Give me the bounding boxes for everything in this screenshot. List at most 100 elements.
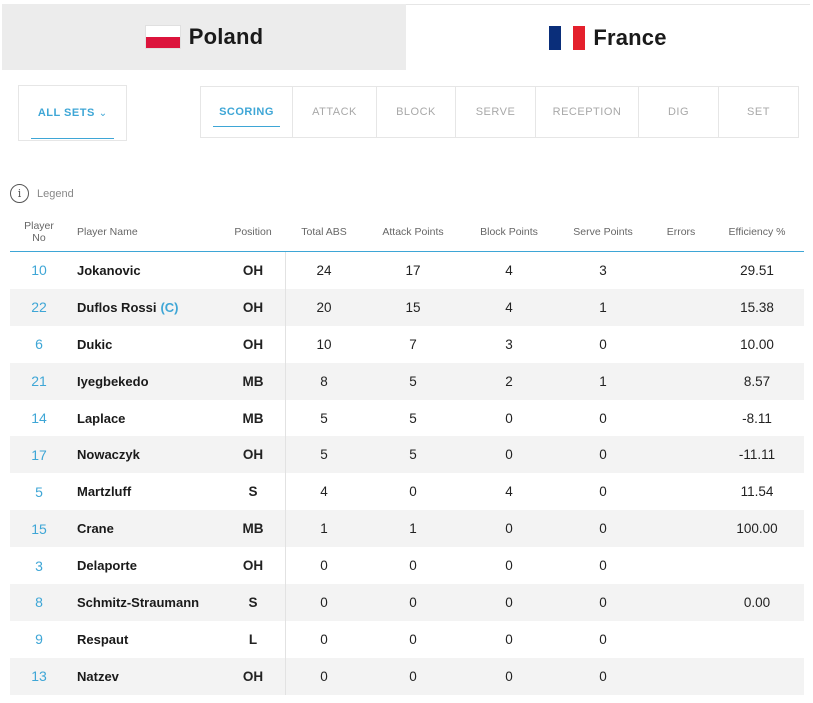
sets-dropdown[interactable]: ALL SETS ⌄: [18, 85, 127, 141]
team-tab-poland[interactable]: Poland: [2, 4, 406, 70]
player-number-text: 8: [35, 594, 43, 611]
chevron-down-icon: ⌄: [98, 107, 108, 119]
total-abs-text: 5: [320, 447, 328, 463]
player-number-text: 13: [31, 668, 47, 685]
category-tabs: SCORING ATTACK BLOCK SERVE RECEPTION DIG…: [200, 86, 799, 138]
tab-reception[interactable]: RECEPTION: [536, 87, 639, 137]
serve-points-text: 0: [599, 484, 607, 500]
tab-scoring[interactable]: SCORING: [201, 87, 293, 137]
attack-points-text: 5: [409, 447, 417, 463]
attack-points-text: 7: [409, 336, 417, 352]
player-number: 3: [10, 547, 68, 584]
player-name[interactable]: Natzev: [68, 658, 220, 695]
header-position: Position: [234, 225, 272, 238]
player-name[interactable]: Jokanovic: [68, 252, 220, 289]
tab-dig[interactable]: DIG: [639, 87, 719, 137]
player-name[interactable]: Respaut: [68, 621, 220, 658]
block-points-text: 0: [505, 631, 513, 647]
errors: [652, 436, 710, 473]
efficiency: 15.38: [710, 289, 804, 326]
serve-points: 0: [554, 584, 652, 621]
errors: [652, 252, 710, 289]
block-points-text: 0: [505, 410, 513, 426]
total-abs-text: 1: [320, 521, 328, 537]
total-abs-text: 20: [316, 299, 332, 315]
attack-points: 0: [362, 658, 464, 695]
player-name-text: Martzluff: [77, 484, 132, 500]
captain-badge: (C): [160, 299, 179, 315]
table-row: 22 Duflos Rossi (C) OH 20 15 4 1 15.38: [10, 288, 804, 326]
efficiency: [710, 547, 804, 584]
efficiency: 0.00: [710, 584, 804, 621]
player-position-text: OH: [242, 558, 264, 574]
attack-points: 0: [362, 584, 464, 621]
player-number: 10: [10, 252, 68, 289]
legend-toggle[interactable]: i Legend: [10, 184, 74, 203]
player-number-text: 6: [35, 336, 43, 353]
errors: [652, 658, 710, 695]
block-points: 2: [464, 363, 554, 400]
attack-points-text: 0: [409, 668, 417, 684]
player-name[interactable]: Schmitz-Straumann: [68, 584, 220, 621]
attack-points-text: 0: [409, 594, 417, 610]
block-points-text: 4: [505, 484, 513, 500]
efficiency-text: 0.00: [743, 594, 771, 610]
player-position-text: L: [248, 631, 258, 647]
player-position: OH: [220, 326, 286, 363]
serve-points: 0: [554, 547, 652, 584]
tab-set[interactable]: SET: [719, 87, 798, 137]
efficiency-text: 100.00: [736, 521, 778, 537]
player-position: S: [220, 473, 286, 510]
table-row: 14 Laplace MB 5 5 0 0 -8.11: [10, 400, 804, 437]
attack-points: 5: [362, 363, 464, 400]
serve-points-text: 3: [599, 262, 607, 278]
info-icon: i: [10, 184, 29, 203]
player-name[interactable]: Iyegbekedo: [68, 363, 220, 400]
player-name[interactable]: Dukic: [68, 326, 220, 363]
block-points-text: 4: [505, 299, 513, 315]
player-number-text: 9: [35, 631, 43, 648]
serve-points: 1: [554, 289, 652, 326]
player-name[interactable]: Duflos Rossi (C): [68, 289, 220, 326]
total-abs-text: 4: [320, 484, 328, 500]
errors: [652, 584, 710, 621]
block-points-text: 3: [505, 336, 513, 352]
serve-points: 0: [554, 510, 652, 547]
player-number: 9: [10, 621, 68, 658]
header-serve-points: Serve Points: [573, 225, 633, 238]
player-name-text: Duflos Rossi: [77, 299, 157, 315]
tab-block[interactable]: BLOCK: [377, 87, 456, 137]
block-points: 0: [464, 436, 554, 473]
tab-attack[interactable]: ATTACK: [293, 87, 377, 137]
player-position-text: MB: [242, 410, 264, 426]
total-abs: 0: [286, 621, 362, 658]
player-position: OH: [220, 658, 286, 695]
france-flag-icon: [549, 25, 586, 50]
player-position: OH: [220, 436, 286, 473]
team-tab-france[interactable]: France: [406, 4, 810, 70]
total-abs: 0: [286, 658, 362, 695]
player-position: S: [220, 584, 286, 621]
player-name[interactable]: Nowaczyk: [68, 436, 220, 473]
player-number: 13: [10, 658, 68, 695]
serve-points: 3: [554, 252, 652, 289]
player-number: 22: [10, 289, 68, 326]
serve-points: 0: [554, 326, 652, 363]
errors: [652, 547, 710, 584]
attack-points: 5: [362, 436, 464, 473]
team-name-france: France: [593, 24, 667, 50]
tab-serve[interactable]: SERVE: [456, 87, 536, 137]
player-name[interactable]: Crane: [68, 510, 220, 547]
header-player-no: Player No: [24, 219, 54, 244]
block-points: 4: [464, 252, 554, 289]
block-points-text: 2: [505, 373, 513, 389]
player-name[interactable]: Martzluff: [68, 473, 220, 510]
table-row: 13 Natzev OH 0 0 0 0: [10, 657, 804, 695]
block-points-text: 0: [505, 558, 513, 574]
player-position-text: OH: [242, 668, 264, 684]
block-points: 0: [464, 584, 554, 621]
efficiency-text: 15.38: [740, 299, 774, 315]
total-abs: 1: [286, 510, 362, 547]
player-name[interactable]: Laplace: [68, 400, 220, 437]
player-name[interactable]: Delaporte: [68, 547, 220, 584]
